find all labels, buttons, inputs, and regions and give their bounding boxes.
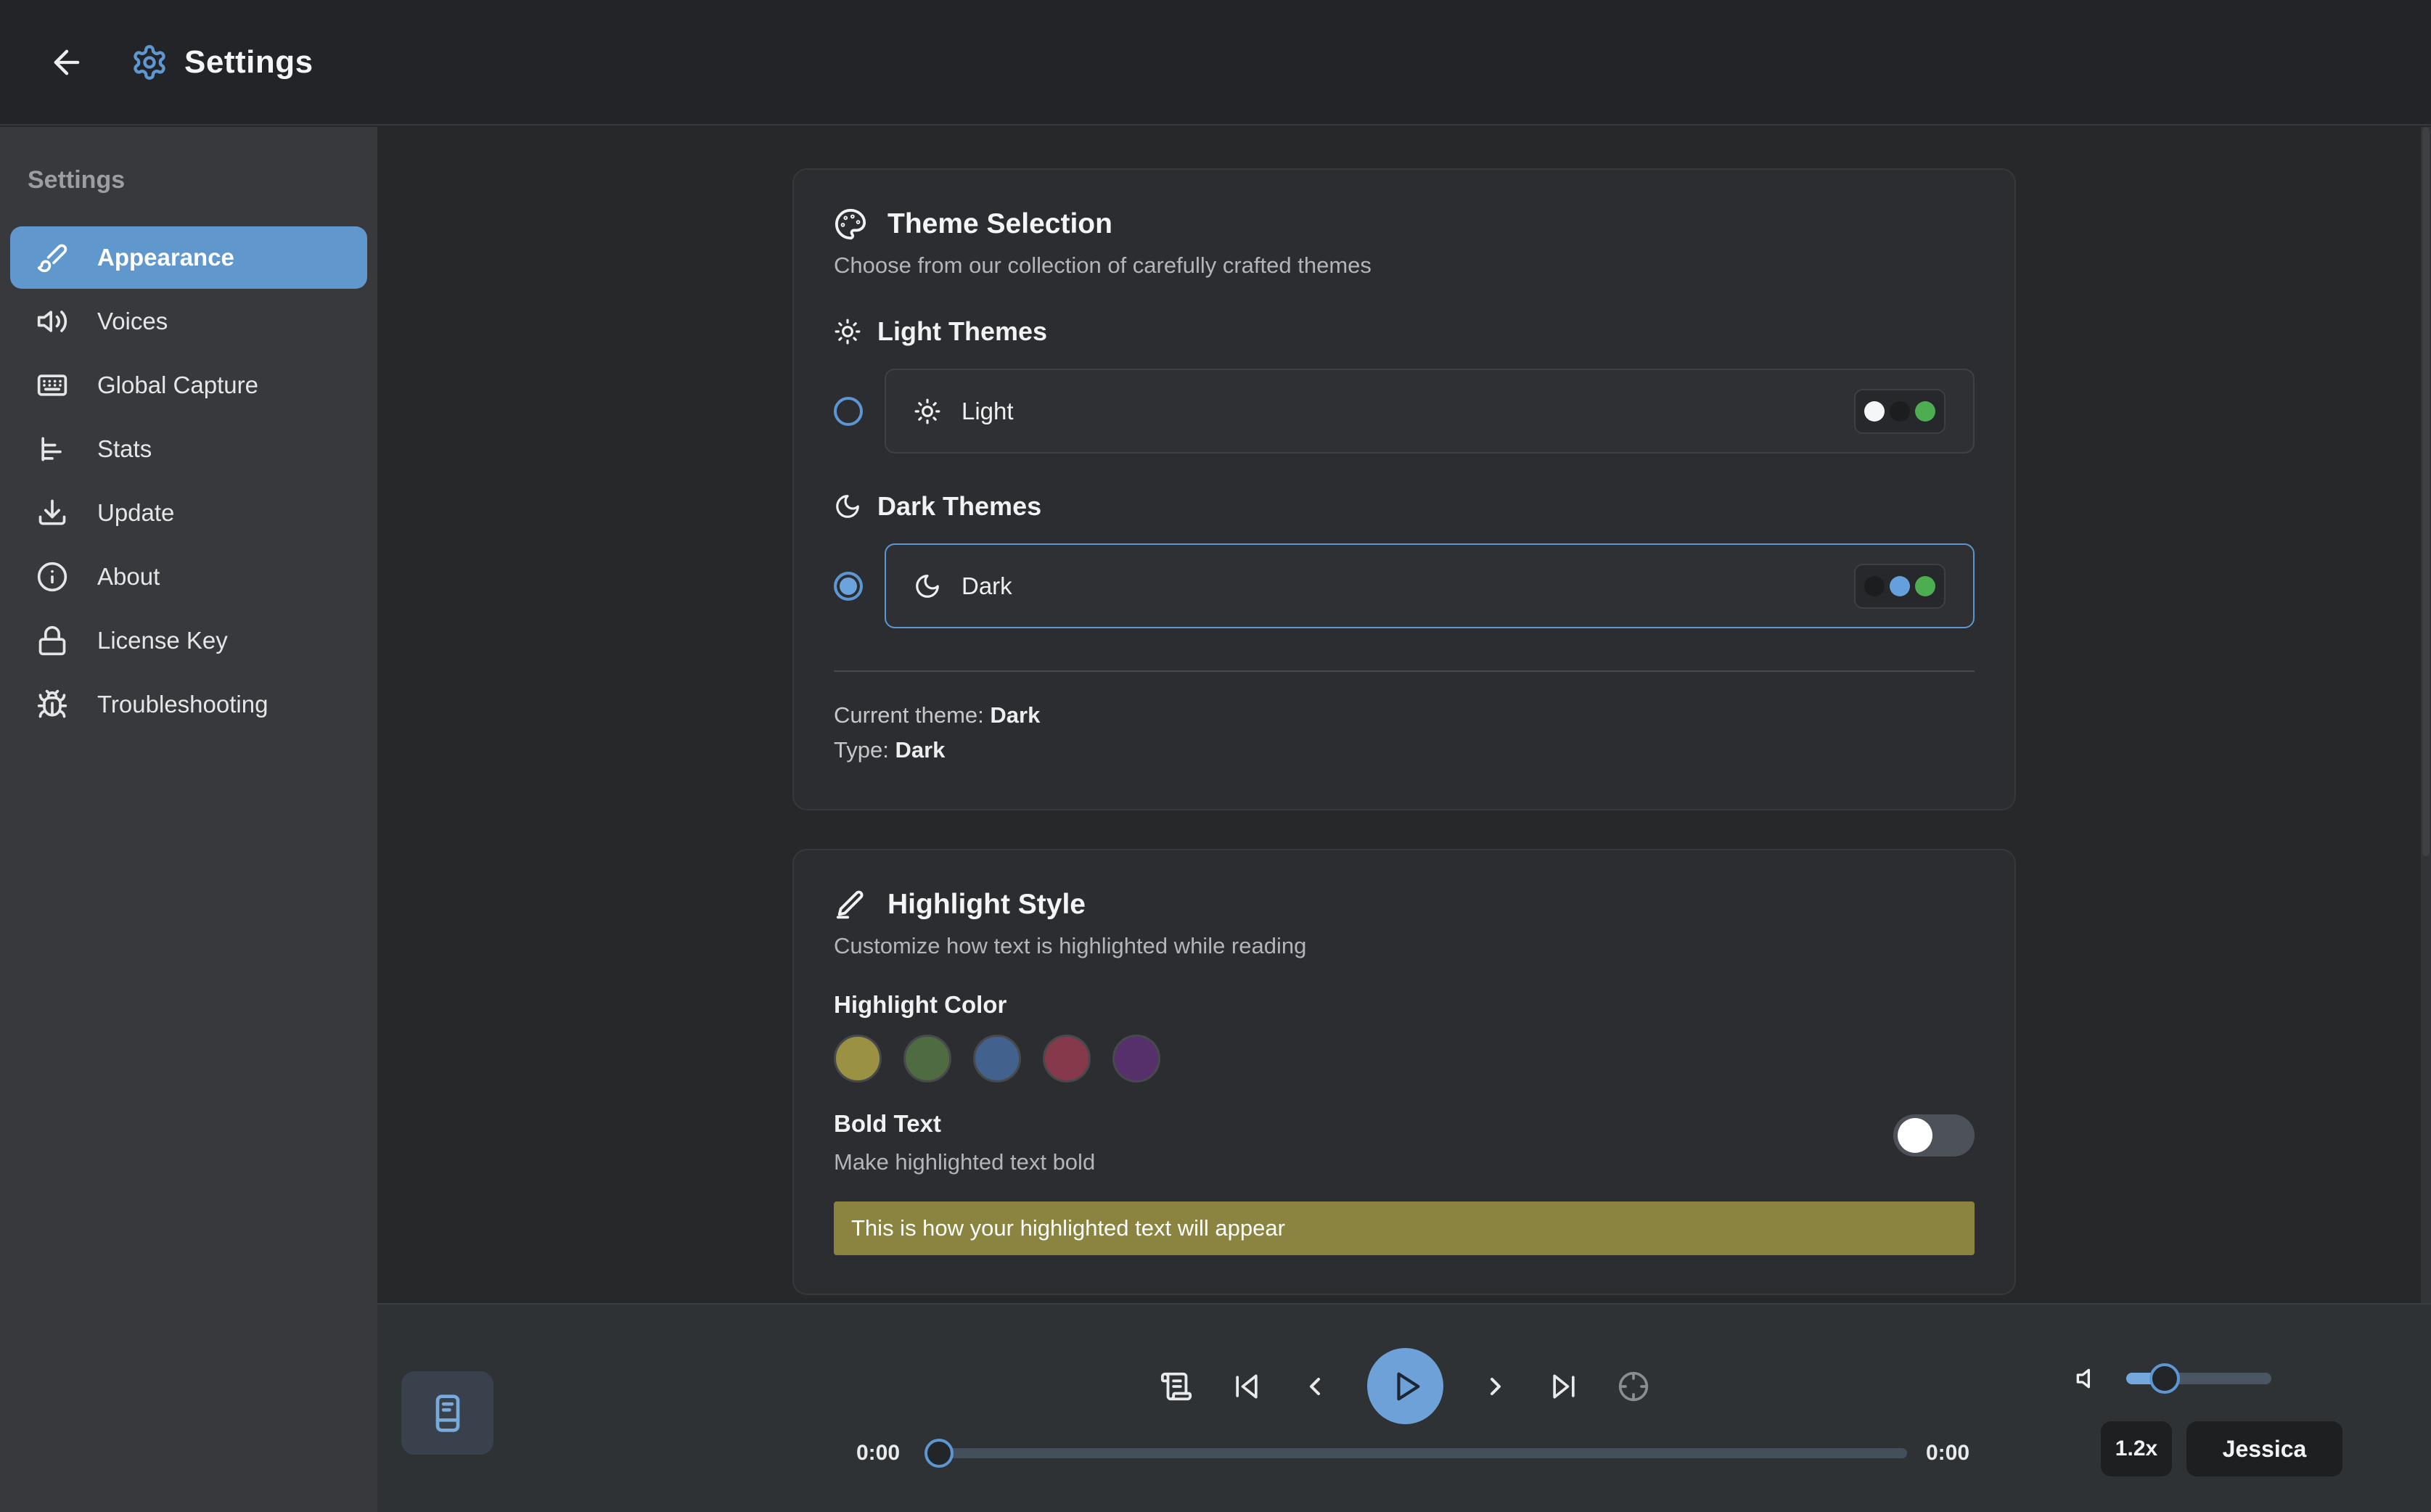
sidebar-item-label: License Key xyxy=(97,627,228,654)
focus-mode-button[interactable] xyxy=(1618,1371,1649,1402)
page-title: Settings xyxy=(184,44,313,81)
swatch-blue[interactable] xyxy=(973,1035,1021,1082)
highlight-style-card: Highlight Style Customize how text is hi… xyxy=(792,849,2016,1295)
sidebar-item-label: Troubleshooting xyxy=(97,691,268,718)
stats-icon xyxy=(36,433,68,465)
bug-icon xyxy=(36,689,68,720)
volume-fill xyxy=(2126,1373,2165,1384)
dark-theme-radio[interactable] xyxy=(834,572,863,601)
divider xyxy=(834,670,1975,672)
volume-control xyxy=(2075,1364,2271,1393)
palette-icon xyxy=(834,208,867,241)
card-title: Highlight Style xyxy=(887,889,1086,921)
gear-icon xyxy=(131,44,168,81)
highlight-color-label: Highlight Color xyxy=(834,991,1975,1019)
skip-to-start-button[interactable] xyxy=(1231,1371,1263,1402)
sidebar-item-voices[interactable]: Voices xyxy=(10,290,367,353)
total-time: 0:00 xyxy=(1926,1441,1978,1466)
sidebar-item-label: Global Capture xyxy=(97,371,258,399)
top-bar: Settings xyxy=(0,0,2431,126)
keyboard-icon xyxy=(36,369,68,401)
playback-speed-button[interactable]: 1.2x xyxy=(2101,1421,2172,1476)
pen-line-icon xyxy=(834,888,867,921)
theme-selection-card: Theme Selection Choose from our collecti… xyxy=(792,168,2016,810)
bold-text-label: Bold Text xyxy=(834,1110,1893,1138)
play-button[interactable] xyxy=(1367,1348,1443,1424)
sidebar-item-global-capture[interactable]: Global Capture xyxy=(10,354,367,416)
download-icon xyxy=(36,497,68,529)
scrollbar[interactable] xyxy=(2421,127,2431,1303)
swatch-olive[interactable] xyxy=(834,1035,882,1082)
swatch-green[interactable] xyxy=(903,1035,951,1082)
highlight-color-swatches xyxy=(834,1035,1975,1082)
skip-to-end-icon xyxy=(1548,1371,1580,1402)
sidebar-item-about[interactable]: About xyxy=(10,546,367,608)
scroll-text-button[interactable] xyxy=(1160,1370,1193,1403)
toggle-knob xyxy=(1898,1118,1932,1153)
current-time: 0:00 xyxy=(856,1441,909,1466)
progress-thumb[interactable] xyxy=(925,1439,954,1468)
bold-text-toggle[interactable] xyxy=(1893,1114,1975,1156)
sidebar-item-troubleshooting[interactable]: Troubleshooting xyxy=(10,673,367,736)
crosshair-icon xyxy=(1618,1371,1649,1402)
swatch-purple[interactable] xyxy=(1112,1035,1160,1082)
scroll-text-icon xyxy=(1160,1370,1193,1403)
sun-icon xyxy=(914,398,941,425)
card-subtitle: Choose from our collection of carefully … xyxy=(834,252,1975,279)
volume-track[interactable] xyxy=(2126,1373,2271,1384)
info-icon xyxy=(36,561,68,593)
sidebar-item-license-key[interactable]: License Key xyxy=(10,609,367,672)
light-theme-preview xyxy=(1854,389,1946,434)
sidebar-item-label: About xyxy=(97,563,160,591)
lock-icon xyxy=(36,625,68,657)
light-themes-heading: Light Themes xyxy=(877,316,1047,347)
arrow-left-icon xyxy=(48,44,86,81)
voice-button[interactable]: Jessica xyxy=(2186,1421,2342,1476)
speaker-icon xyxy=(2075,1364,2104,1393)
dark-theme-preview xyxy=(1854,564,1946,609)
option-label: Dark xyxy=(962,572,1012,600)
skip-to-start-icon xyxy=(1231,1371,1263,1402)
dark-themes-heading: Dark Themes xyxy=(877,491,1041,522)
option-label: Light xyxy=(962,398,1014,425)
sidebar-item-label: Stats xyxy=(97,435,152,463)
player-badges: 1.2x Jessica xyxy=(2101,1421,2342,1476)
card-subtitle: Customize how text is highlighted while … xyxy=(834,933,1975,959)
sidebar-item-update[interactable]: Update xyxy=(10,482,367,544)
highlight-preview-text: This is how your highlighted text will a… xyxy=(851,1215,1285,1241)
chevron-right-icon xyxy=(1481,1372,1510,1401)
next-button[interactable] xyxy=(1481,1372,1510,1401)
scrollbar-thumb[interactable] xyxy=(2422,127,2430,856)
current-theme-info: Current theme: Dark Type: Dark xyxy=(834,698,1975,768)
progress-track[interactable] xyxy=(927,1448,1907,1458)
highlight-preview: This is how your highlighted text will a… xyxy=(834,1201,1975,1255)
sidebar-heading: Settings xyxy=(28,166,367,194)
sidebar-item-label: Appearance xyxy=(97,244,234,271)
chevron-left-icon xyxy=(1300,1372,1329,1401)
sidebar-item-label: Voices xyxy=(97,308,168,335)
skip-to-end-button[interactable] xyxy=(1548,1371,1580,1402)
sidebar: Settings Appearance Voices Global Captur… xyxy=(0,127,377,1512)
volume-thumb[interactable] xyxy=(2149,1363,2180,1394)
sidebar-item-label: Update xyxy=(97,499,174,527)
play-icon xyxy=(1390,1370,1424,1403)
paintbrush-icon xyxy=(36,242,68,274)
swatch-red[interactable] xyxy=(1043,1035,1091,1082)
moon-icon xyxy=(834,493,861,520)
moon-icon xyxy=(914,572,941,600)
player-bar: 0:00 0:00 1.2x Jessica xyxy=(377,1303,2431,1512)
light-theme-radio[interactable] xyxy=(834,397,863,426)
bold-text-description: Make highlighted text bold xyxy=(834,1149,1893,1175)
timeline: 0:00 0:00 xyxy=(856,1441,1978,1466)
previous-button[interactable] xyxy=(1300,1372,1329,1401)
dark-theme-option[interactable]: Dark xyxy=(885,543,1975,628)
sidebar-item-stats[interactable]: Stats xyxy=(10,418,367,480)
sun-icon xyxy=(834,318,861,345)
settings-content: Theme Selection Choose from our collecti… xyxy=(377,127,2431,1303)
light-theme-option[interactable]: Light xyxy=(885,369,1975,453)
speaker-icon xyxy=(36,305,68,337)
card-title: Theme Selection xyxy=(887,208,1112,240)
sidebar-item-appearance[interactable]: Appearance xyxy=(10,226,367,289)
back-button[interactable] xyxy=(45,41,89,84)
